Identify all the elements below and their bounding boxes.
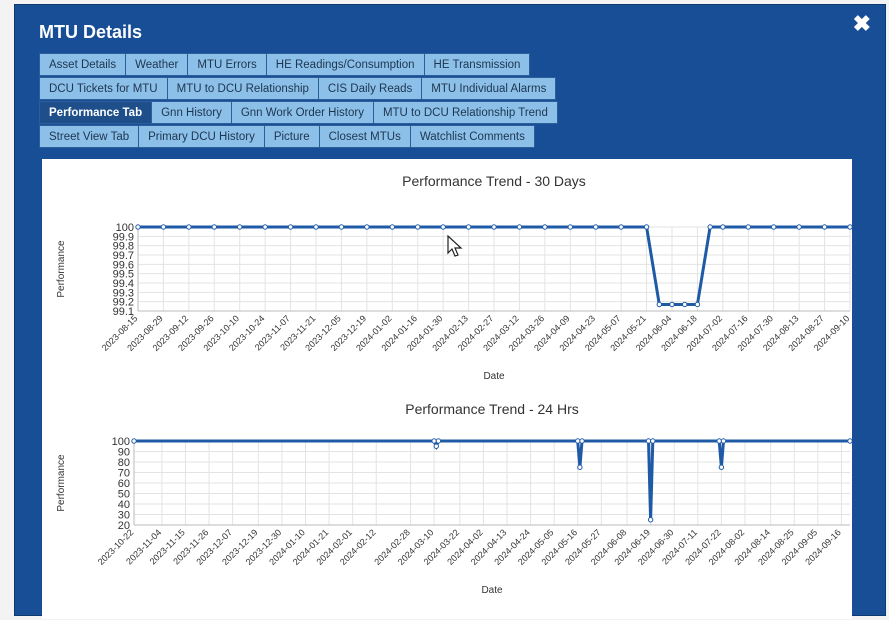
x-axis-label: Date	[483, 371, 505, 382]
data-point	[211, 224, 217, 230]
data-point	[237, 224, 243, 230]
data-point	[542, 224, 548, 230]
data-point	[364, 224, 370, 230]
data-point	[618, 224, 624, 230]
data-point	[131, 438, 137, 444]
performance-panel: Performance Trend - 30 Days 100 99.9 99.8 99…	[42, 159, 853, 619]
data-point	[160, 224, 167, 230]
close-icon[interactable]: ✖	[853, 13, 871, 35]
mtu-details-dialog: MTU Details ✖ Asset Details Weather MTU …	[14, 4, 886, 619]
data-point	[694, 301, 701, 308]
chart-title: Performance Trend - 24 Hrs	[405, 401, 579, 417]
data-point	[647, 517, 654, 523]
tab-he-readings-consumption[interactable]: HE Readings/Consumption	[265, 53, 425, 76]
tab-closest-mtus[interactable]: Closest MTUs	[318, 125, 411, 148]
data-point	[440, 224, 446, 230]
tab-weather[interactable]: Weather	[125, 53, 189, 76]
tab-asset-details[interactable]: Asset Details	[39, 53, 127, 76]
tab-mtu-individual-alarms[interactable]: MTU Individual Alarms	[421, 77, 557, 100]
data-point	[847, 438, 852, 444]
tab-primary-dcu-history[interactable]: Primary DCU History	[138, 125, 265, 148]
data-point	[650, 438, 656, 444]
tab-dcu-tickets[interactable]: DCU Tickets for MTU	[39, 77, 168, 100]
data-point	[579, 438, 585, 444]
data-point	[431, 438, 437, 444]
data-point	[389, 224, 395, 230]
data-point	[707, 224, 713, 230]
data-point	[415, 224, 421, 230]
data-point	[262, 224, 268, 230]
x-axis-label: Date	[481, 585, 503, 596]
data-point	[643, 224, 650, 230]
data-point	[645, 438, 652, 444]
series-line	[134, 439, 850, 520]
tab-mtu-errors[interactable]: MTU Errors	[187, 53, 267, 76]
tab-he-transmission[interactable]: HE Transmission	[423, 53, 531, 76]
data-point	[720, 224, 726, 230]
tab-mtu-dcu-relationship[interactable]: MTU to DCU Relationship	[166, 77, 319, 100]
mouse-cursor-icon	[447, 235, 463, 257]
tab-cis-daily-reads[interactable]: CIS Daily Reads	[317, 77, 423, 100]
data-point	[435, 438, 442, 444]
tab-mtu-dcu-relationship-trend[interactable]: MTU to DCU Relationship Trend	[372, 101, 558, 124]
data-point	[656, 301, 662, 308]
data-point	[682, 301, 688, 308]
data-point	[593, 224, 599, 230]
data-point	[433, 443, 439, 449]
tab-gnn-history[interactable]: Gnn History	[151, 101, 232, 124]
tab-picture[interactable]: Picture	[263, 125, 320, 148]
data-point	[338, 224, 345, 230]
data-point	[135, 224, 141, 230]
tab-street-view[interactable]: Street View Tab	[39, 125, 140, 148]
tab-watchlist-comments[interactable]: Watchlist Comments	[409, 125, 535, 148]
y-axis-label: Performance	[56, 240, 67, 298]
tab-gnn-work-order-history[interactable]: Gnn Work Order History	[230, 101, 374, 124]
data-point	[516, 224, 523, 230]
data-point	[847, 224, 853, 230]
dialog-title: MTU Details	[39, 22, 143, 42]
chart-title: Performance Trend - 30 Days	[402, 173, 586, 189]
data-point	[720, 438, 727, 444]
data-point	[716, 438, 722, 444]
data-point	[821, 224, 828, 230]
data-point	[796, 224, 802, 230]
data-point	[771, 224, 777, 230]
data-point	[465, 224, 472, 230]
performance-trend-24-hrs-chart: Performance Trend - 24 Hrs10090807060504…	[56, 401, 852, 596]
performance-trend-30-days-chart: Performance Trend - 30 Days10099.999.899…	[56, 173, 853, 382]
data-point	[313, 224, 319, 230]
data-point	[567, 224, 573, 230]
data-point	[669, 301, 675, 308]
tab-row-3: Performance Tab Gnn History Gnn Work Ord…	[39, 101, 558, 124]
tab-row-1: Asset Details Weather MTU Errors HE Read…	[39, 53, 531, 76]
y-axis-label: Performance	[56, 454, 67, 512]
tab-row-2: DCU Tickets for MTU MTU to DCU Relations…	[39, 77, 557, 100]
data-point	[287, 224, 294, 230]
tab-performance[interactable]: Performance Tab	[39, 101, 153, 124]
data-point	[718, 464, 725, 470]
tab-row-4: Street View Tab Primary DCU History Pict…	[39, 125, 535, 148]
data-point	[575, 438, 581, 444]
data-point	[577, 464, 583, 470]
data-point	[745, 224, 751, 230]
data-point	[491, 224, 497, 230]
data-point	[186, 224, 192, 230]
